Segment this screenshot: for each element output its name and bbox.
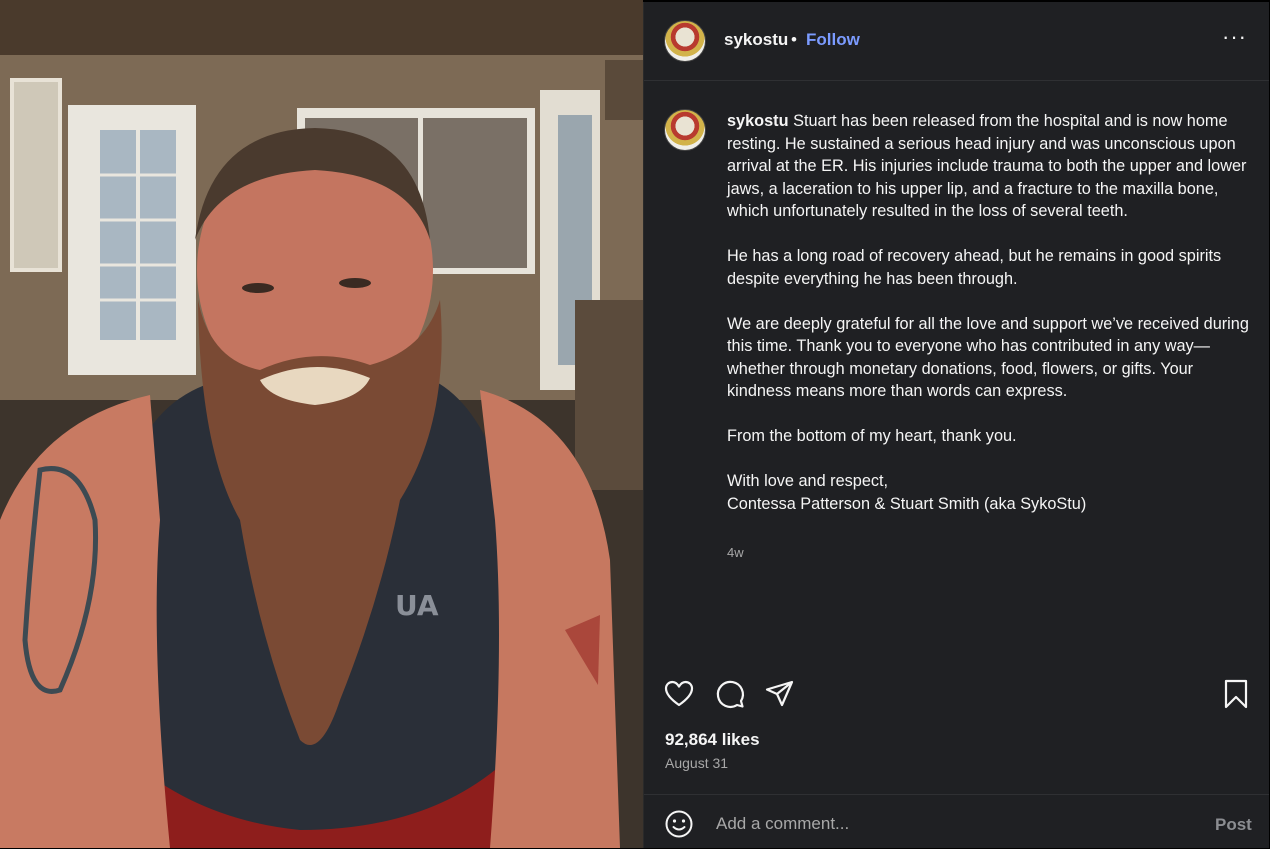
post-caption: sykostu Stuart has been released from th…	[727, 110, 1257, 538]
share-icon[interactable]	[764, 678, 796, 710]
follow-button[interactable]: Follow	[806, 30, 860, 50]
comment-input[interactable]	[714, 809, 1178, 839]
post-details-panel: sykostu • Follow ··· sykostu Stuart has …	[643, 2, 1269, 848]
caption-author-avatar[interactable]	[664, 109, 706, 151]
author-username[interactable]: sykostu	[724, 30, 788, 50]
post-date: August 31	[665, 755, 729, 771]
bookmark-icon[interactable]	[1220, 678, 1252, 710]
post-comment-button[interactable]: Post	[1215, 815, 1252, 835]
author-avatar[interactable]	[664, 20, 706, 62]
separator-dot: •	[791, 30, 797, 49]
caption-paragraph-4: From the bottom of my heart, thank you.	[727, 427, 1017, 445]
caption-signature: Contessa Patterson & Stuart Smith (aka S…	[727, 494, 1087, 513]
post-actions	[644, 664, 1269, 720]
post-header: sykostu • Follow ···	[644, 2, 1269, 81]
caption-paragraph-1: sykostu Stuart has been released from th…	[727, 112, 1247, 220]
caption-paragraph-3: We are deeply grateful for all the love …	[727, 314, 1249, 401]
post-age[interactable]: 4w	[727, 545, 744, 560]
emoji-icon[interactable]	[664, 809, 694, 839]
heart-icon[interactable]	[663, 678, 695, 710]
caption-signoff: With love and respect,	[727, 472, 889, 490]
svg-text:UA: UA	[395, 589, 439, 622]
comment-icon[interactable]	[714, 678, 746, 710]
caption-username[interactable]: sykostu	[727, 112, 789, 130]
likes-count[interactable]: 92,864 likes	[665, 730, 760, 750]
post-photo-image: UA	[0, 0, 643, 848]
more-horizontal-icon[interactable]: ···	[1222, 24, 1247, 50]
post-photo[interactable]: UA	[0, 0, 643, 848]
instagram-post-view: UA sykostu • Follow ··· sykostu Stuart h…	[0, 0, 1270, 848]
comment-bar: Post	[644, 794, 1269, 849]
caption-paragraph-2: He has a long road of recovery ahead, bu…	[727, 247, 1222, 288]
